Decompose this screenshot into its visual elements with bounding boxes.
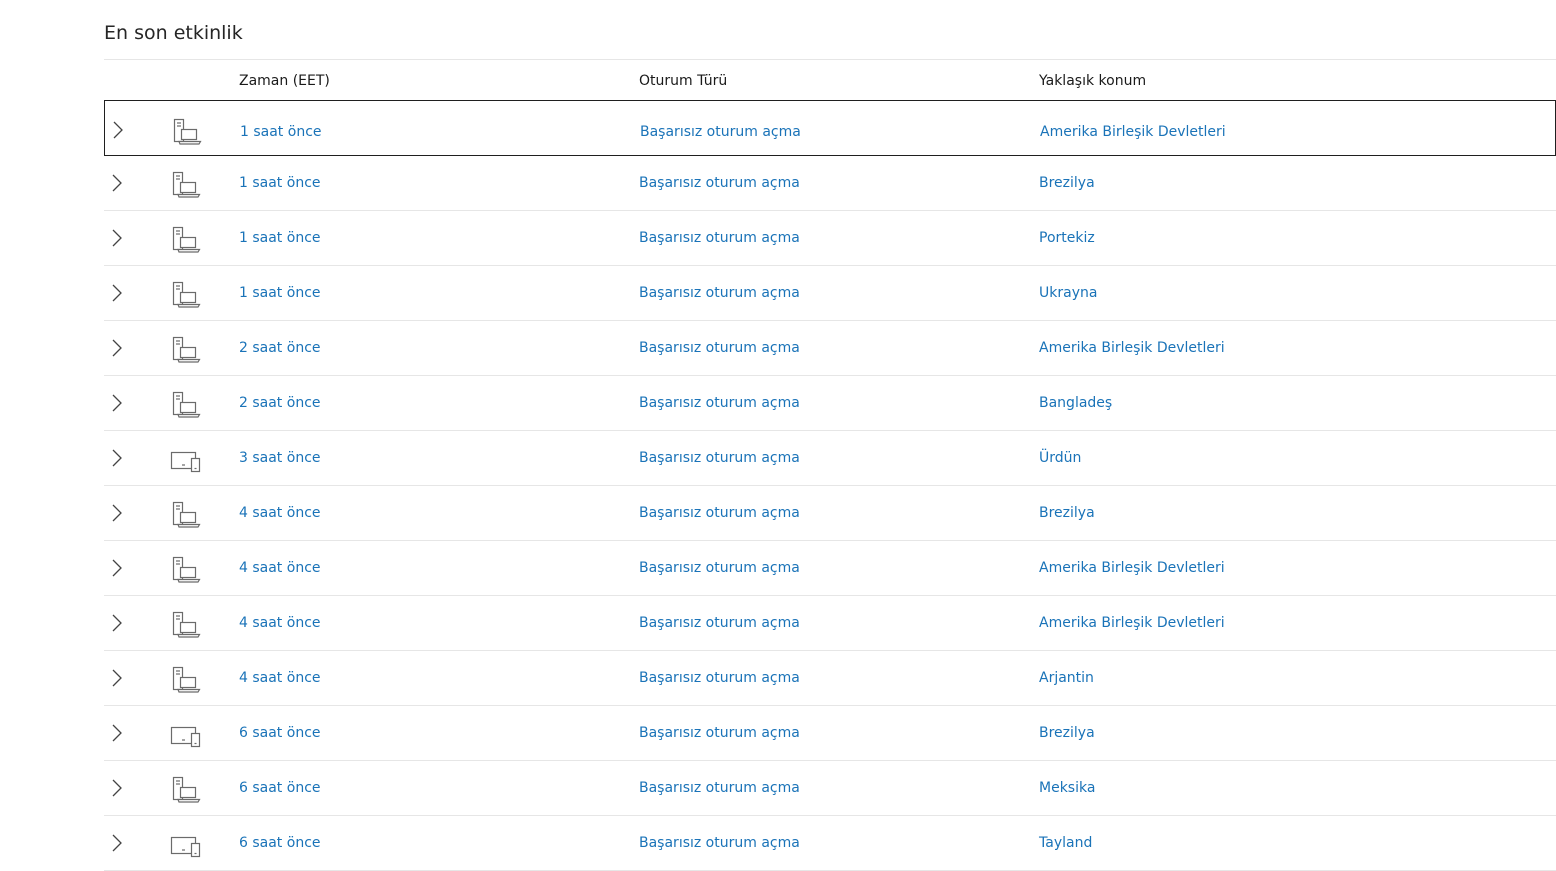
row-time[interactable]: 2 saat önce — [239, 321, 321, 375]
row-time[interactable]: 4 saat önce — [239, 596, 321, 650]
row-time[interactable]: 6 saat önce — [239, 816, 321, 870]
row-time[interactable]: 1 saat önce — [239, 156, 321, 210]
row-session-type[interactable]: Başarısız oturum açma — [639, 761, 800, 815]
chevron-right-icon[interactable] — [110, 229, 124, 247]
chevron-right-icon[interactable] — [110, 724, 124, 742]
chevron-right-icon[interactable] — [110, 834, 124, 852]
desktop-laptop-icon — [172, 391, 201, 418]
row-session-type[interactable]: Başarısız oturum açma — [639, 321, 800, 375]
chevron-right-icon[interactable] — [111, 121, 125, 139]
row-time[interactable]: 1 saat önce — [239, 211, 321, 265]
row-time[interactable]: 1 saat önce — [240, 101, 322, 163]
row-time[interactable]: 4 saat önce — [239, 486, 321, 540]
row-location[interactable]: Meksika — [1039, 761, 1095, 815]
row-time[interactable]: 3 saat önce — [239, 431, 321, 485]
row-session-type[interactable]: Başarısız oturum açma — [639, 266, 800, 320]
chevron-right-icon[interactable] — [110, 174, 124, 192]
row-location[interactable]: Ukrayna — [1039, 266, 1097, 320]
row-location[interactable]: Ürdün — [1039, 431, 1081, 485]
row-location[interactable]: Amerika Birleşik Devletleri — [1039, 321, 1225, 375]
row-location[interactable]: Amerika Birleşik Devletleri — [1040, 101, 1226, 163]
desktop-laptop-icon — [172, 281, 201, 308]
chevron-right-icon[interactable] — [110, 779, 124, 797]
table-row[interactable]: 1 saat önce Başarısız oturum açma Brezil… — [104, 156, 1556, 211]
row-session-type[interactable]: Başarısız oturum açma — [639, 431, 800, 485]
table-row[interactable]: 2 saat önce Başarısız oturum açma Bangla… — [104, 376, 1556, 431]
row-location[interactable]: Tayland — [1039, 816, 1092, 870]
row-session-type[interactable]: Başarısız oturum açma — [639, 211, 800, 265]
row-location[interactable]: Arjantin — [1039, 651, 1094, 705]
row-session-type[interactable]: Başarısız oturum açma — [639, 706, 800, 760]
desktop-laptop-icon — [172, 666, 201, 693]
desktop-laptop-icon — [172, 611, 201, 638]
row-session-type[interactable]: Başarısız oturum açma — [639, 651, 800, 705]
chevron-right-icon[interactable] — [110, 394, 124, 412]
chevron-right-icon[interactable] — [110, 559, 124, 577]
chevron-right-icon[interactable] — [110, 284, 124, 302]
table-row[interactable]: 2 saat önce Başarısız oturum açma Amerik… — [104, 321, 1556, 376]
desktop-laptop-icon — [172, 556, 201, 583]
row-location[interactable]: Bangladeş — [1039, 376, 1112, 430]
chevron-right-icon[interactable] — [110, 504, 124, 522]
row-session-type[interactable]: Başarısız oturum açma — [639, 541, 800, 595]
row-location[interactable]: Amerika Birleşik Devletleri — [1039, 541, 1225, 595]
row-time[interactable]: 2 saat önce — [239, 376, 321, 430]
activity-table: Zaman (EET) Oturum Türü Yaklaşık konum 1… — [104, 59, 1556, 871]
row-location[interactable]: Amerika Birleşik Devletleri — [1039, 596, 1225, 650]
table-row[interactable]: 1 saat önce Başarısız oturum açma Portek… — [104, 211, 1556, 266]
table-row[interactable]: 6 saat önce Başarısız oturum açma Meksik… — [104, 761, 1556, 816]
tablet-phone-icon — [170, 451, 201, 473]
desktop-laptop-icon — [173, 118, 202, 145]
row-session-type[interactable]: Başarısız oturum açma — [639, 156, 800, 210]
table-row[interactable]: 4 saat önce Başarısız oturum açma Amerik… — [104, 541, 1556, 596]
table-row[interactable]: 1 saat önce Başarısız oturum açma Ukrayn… — [104, 266, 1556, 321]
chevron-right-icon[interactable] — [110, 614, 124, 632]
table-row[interactable]: 4 saat önce Başarısız oturum açma Amerik… — [104, 596, 1556, 651]
row-session-type[interactable]: Başarısız oturum açma — [639, 596, 800, 650]
table-row[interactable]: 1 saat önce Başarısız oturum açma Amerik… — [104, 100, 1556, 156]
desktop-laptop-icon — [172, 336, 201, 363]
row-time[interactable]: 6 saat önce — [239, 761, 321, 815]
chevron-right-icon[interactable] — [110, 449, 124, 467]
section-title: En son etkinlik — [104, 22, 243, 44]
chevron-right-icon[interactable] — [110, 669, 124, 687]
chevron-right-icon[interactable] — [110, 339, 124, 357]
desktop-laptop-icon — [172, 171, 201, 198]
row-location[interactable]: Brezilya — [1039, 706, 1095, 760]
table-row[interactable]: 4 saat önce Başarısız oturum açma Brezil… — [104, 486, 1556, 541]
table-row[interactable]: 6 saat önce Başarısız oturum açma Brezil… — [104, 706, 1556, 761]
table-row[interactable]: 3 saat önce Başarısız oturum açma Ürdün — [104, 431, 1556, 486]
table-row[interactable]: 6 saat önce Başarısız oturum açma Taylan… — [104, 816, 1556, 871]
header-time: Zaman (EET) — [239, 73, 330, 89]
row-time[interactable]: 4 saat önce — [239, 541, 321, 595]
header-session-type: Oturum Türü — [639, 73, 728, 89]
row-session-type[interactable]: Başarısız oturum açma — [639, 376, 800, 430]
row-session-type[interactable]: Başarısız oturum açma — [640, 101, 801, 163]
desktop-laptop-icon — [172, 776, 201, 803]
tablet-phone-icon — [170, 836, 201, 858]
table-row[interactable]: 4 saat önce Başarısız oturum açma Arjant… — [104, 651, 1556, 706]
row-time[interactable]: 6 saat önce — [239, 706, 321, 760]
desktop-laptop-icon — [172, 226, 201, 253]
table-body: 1 saat önce Başarısız oturum açma Amerik… — [104, 100, 1556, 871]
row-location[interactable]: Portekiz — [1039, 211, 1095, 265]
row-time[interactable]: 1 saat önce — [239, 266, 321, 320]
table-header: Zaman (EET) Oturum Türü Yaklaşık konum — [104, 59, 1556, 100]
row-location[interactable]: Brezilya — [1039, 486, 1095, 540]
tablet-phone-icon — [170, 726, 201, 748]
row-time[interactable]: 4 saat önce — [239, 651, 321, 705]
desktop-laptop-icon — [172, 501, 201, 528]
row-session-type[interactable]: Başarısız oturum açma — [639, 486, 800, 540]
row-location[interactable]: Brezilya — [1039, 156, 1095, 210]
row-session-type[interactable]: Başarısız oturum açma — [639, 816, 800, 870]
header-location: Yaklaşık konum — [1039, 73, 1147, 89]
